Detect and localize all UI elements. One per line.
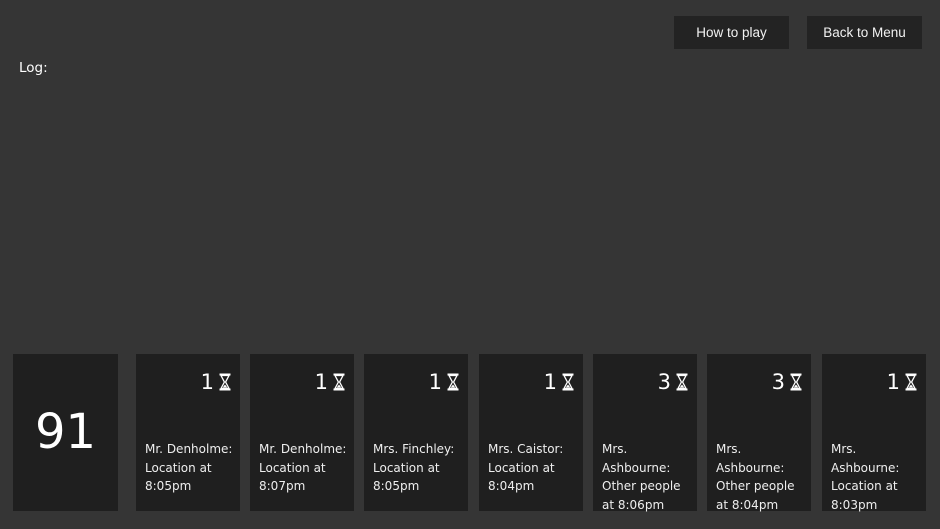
log-label: Log: [19,60,48,76]
game-screen: How to play Back to Menu Log: 91 1 Mr. De… [0,0,940,529]
clue-description: Mrs. Caistor: Location at 8:04pm [488,442,564,493]
clue-description: Mr. Denholme: Location at 8:07pm [259,442,347,493]
clue-cost-value: 1 [428,370,442,394]
clue-description: Mrs. Ashbourne: Other people at 8:04pm [716,442,795,512]
time-remaining-value: 91 [34,404,97,460]
clue-card[interactable]: 1 Mr. Denholme: Location at 8:07pm [250,354,354,511]
back-to-menu-button[interactable]: Back to Menu [807,16,922,49]
clue-card[interactable]: 3 Mrs. Ashbourne: Other people at 8:06pm [593,354,697,512]
clue-cost: 3 [772,370,802,394]
hourglass-icon [219,373,231,391]
clue-cost-value: 3 [771,370,785,394]
clue-card[interactable]: 1 Mr. Denholme: Location at 8:05pm [136,354,240,511]
hourglass-icon [333,373,345,391]
clue-cost: 1 [315,370,345,394]
hourglass-icon [447,373,459,391]
how-to-play-button[interactable]: How to play [674,16,789,49]
clue-description: Mrs. Finchley: Location at 8:05pm [373,442,455,493]
clue-cost-value: 3 [657,370,671,394]
hourglass-icon [562,373,574,391]
clue-cost: 1 [544,370,574,394]
clue-card[interactable]: 1 Mrs. Caistor: Location at 8:04pm [479,354,583,511]
clue-cost: 1 [887,370,917,394]
hourglass-icon [790,373,802,391]
clue-cost-value: 1 [314,370,328,394]
clue-cost: 1 [201,370,231,394]
hourglass-icon [676,373,688,391]
clue-cost-value: 1 [543,370,557,394]
clue-description: Mrs. Ashbourne: Other people at 8:06pm [602,442,681,512]
clue-card[interactable]: 1 Mrs. Finchley: Location at 8:05pm [364,354,468,511]
hourglass-icon [905,373,917,391]
clue-description: Mrs. Ashbourne: Location at 8:03pm [831,442,900,512]
clue-cost: 3 [658,370,688,394]
clue-cost: 1 [429,370,459,394]
clue-cost-value: 1 [200,370,214,394]
clue-description: Mr. Denholme: Location at 8:05pm [145,442,233,493]
clue-cost-value: 1 [886,370,900,394]
time-remaining-card: 91 [13,354,118,511]
clue-card[interactable]: 3 Mrs. Ashbourne: Other people at 8:04pm [707,354,811,512]
clue-card[interactable]: 1 Mrs. Ashbourne: Location at 8:03pm [822,354,926,512]
